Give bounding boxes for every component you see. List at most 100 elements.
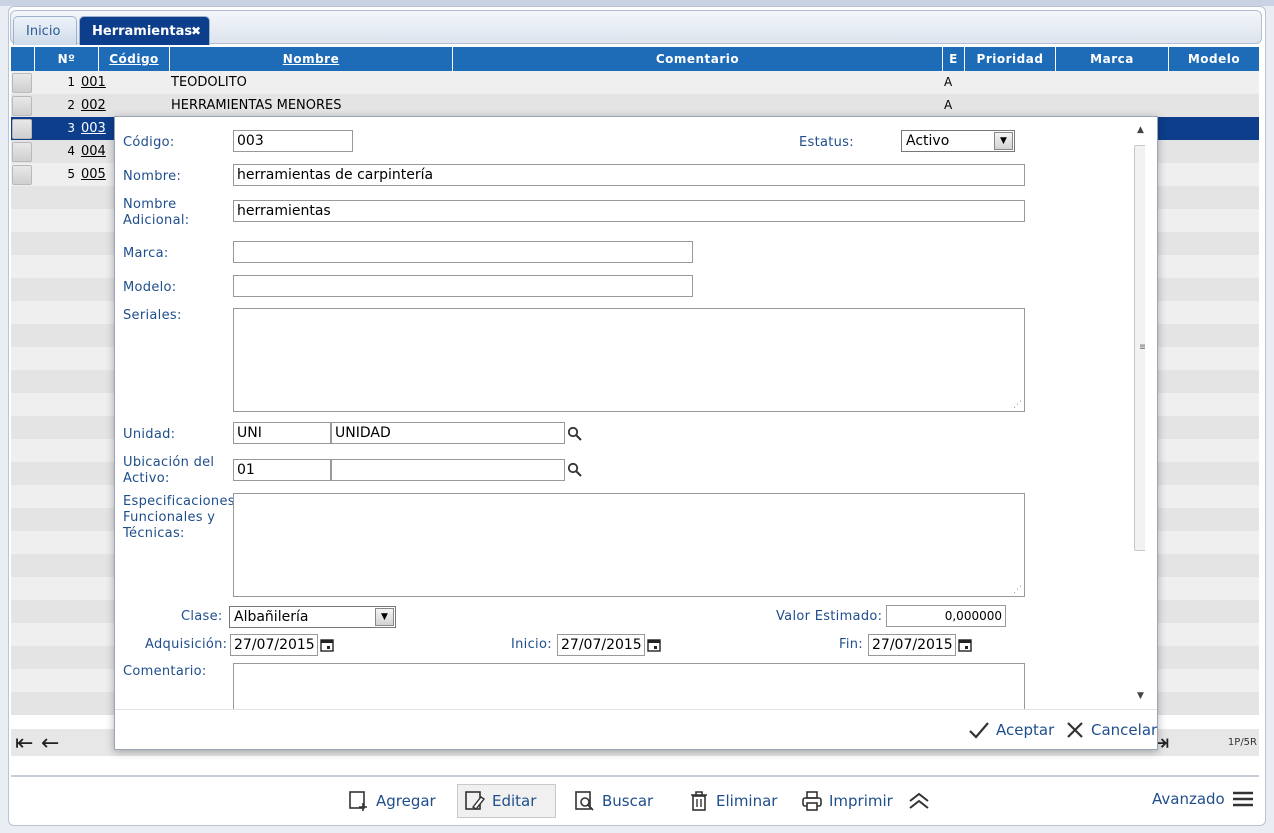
especificaciones-label-line2: Funcionales y: [123, 510, 216, 525]
cancel-button[interactable]: Cancelar: [1065, 720, 1157, 740]
print-button-label: Imprimir: [829, 792, 893, 810]
scroll-down-icon[interactable]: ▼: [1137, 691, 1144, 701]
header-e[interactable]: E: [943, 47, 965, 71]
valor-estimado-input[interactable]: 0,000000: [886, 605, 1006, 627]
ubicacion-label-line1: Ubicación del: [123, 455, 215, 470]
add-button[interactable]: Agregar: [348, 786, 436, 816]
resize-grip-icon[interactable]: ⋰: [1013, 400, 1022, 410]
advanced-button[interactable]: Avanzado: [1152, 784, 1255, 814]
form-scrollbar[interactable]: ▲ ≡ ▼: [1132, 123, 1145, 705]
unidad-desc-input[interactable]: UNIDAD: [331, 422, 565, 444]
nombre-input[interactable]: herramientas de carpintería: [233, 164, 1025, 186]
prev-page-icon[interactable]: ←: [41, 731, 59, 756]
header-nombre[interactable]: Nombre: [170, 47, 453, 71]
edit-dialog: Código: 003 Estatus: Activo ▼ Nombre: he…: [114, 116, 1158, 750]
row-status: A: [944, 98, 953, 112]
header-num[interactable]: Nº: [35, 47, 99, 71]
fin-date-input[interactable]: 27/07/2015: [868, 634, 956, 656]
close-icon[interactable]: ✖: [191, 24, 201, 38]
calendar-icon[interactable]: [320, 638, 334, 652]
nombre-adicional-label-line2: Adicional:: [123, 213, 190, 228]
row-name: HERRAMIENTAS MENORES: [171, 98, 342, 113]
row-checkbox[interactable]: [12, 73, 32, 93]
dialog-footer: Aceptar Cancelar: [115, 709, 1157, 749]
row-code-link[interactable]: 002: [81, 98, 106, 113]
row-checkbox[interactable]: [12, 142, 32, 162]
table-row[interactable]: 1 001 TEODOLITO A: [11, 71, 1259, 94]
header-prioridad[interactable]: Prioridad: [965, 47, 1056, 71]
valor-estimado-label: Valor Estimado:: [776, 609, 883, 624]
grid-header: Nº Código Nombre Comentario E Prioridad …: [11, 47, 1259, 71]
calendar-icon[interactable]: [958, 638, 972, 652]
marca-input[interactable]: [233, 241, 693, 263]
ubicacion-desc-input[interactable]: [331, 459, 565, 481]
header-comentario[interactable]: Comentario: [453, 47, 943, 71]
scroll-up-icon[interactable]: ▲: [1137, 125, 1144, 135]
chevron-down-icon: ▼: [375, 608, 394, 626]
row-checkbox[interactable]: [12, 119, 32, 139]
inicio-date-input[interactable]: 27/07/2015: [557, 634, 645, 656]
edit-button-label: Editar: [492, 792, 537, 810]
accept-button[interactable]: Aceptar: [968, 720, 1054, 740]
row-code-link[interactable]: 003: [81, 121, 106, 136]
advanced-button-label: Avanzado: [1152, 790, 1225, 808]
row-number: 4: [67, 144, 75, 158]
first-page-icon[interactable]: ⇤: [15, 731, 33, 756]
table-row[interactable]: 2 002 HERRAMIENTAS MENORES A: [11, 94, 1259, 117]
search-button[interactable]: Buscar: [574, 786, 653, 816]
modelo-input[interactable]: [233, 275, 693, 297]
seriales-textarea[interactable]: ⋰: [233, 308, 1025, 412]
estatus-label: Estatus:: [799, 135, 854, 150]
calendar-icon[interactable]: [647, 638, 661, 652]
chevron-down-icon: ▼: [994, 132, 1013, 150]
clase-select-value: Albañilería: [234, 609, 309, 625]
row-checkbox[interactable]: [12, 96, 32, 116]
tab-inicio[interactable]: Inicio: [13, 16, 77, 45]
estatus-select[interactable]: Activo ▼: [901, 130, 1015, 152]
ubicacion-code-input[interactable]: 01: [233, 459, 331, 481]
row-number: 1: [67, 75, 75, 89]
modelo-label: Modelo:: [123, 280, 177, 295]
header-modelo[interactable]: Modelo: [1169, 47, 1259, 71]
nombre-adicional-input[interactable]: herramientas: [233, 200, 1025, 222]
tab-herramientas[interactable]: Herramientas ✖: [79, 16, 210, 45]
codigo-input[interactable]: 003: [233, 130, 353, 152]
scrollbar-thumb[interactable]: ≡: [1134, 145, 1145, 551]
edit-form: Código: 003 Estatus: Activo ▼ Nombre: he…: [115, 117, 1145, 709]
nombre-label: Nombre:: [123, 169, 182, 184]
adquisicion-date-input[interactable]: 27/07/2015: [230, 634, 318, 656]
tab-herramientas-label: Herramientas: [92, 23, 193, 39]
search-button-label: Buscar: [602, 792, 654, 810]
edit-icon: [465, 791, 486, 810]
row-checkbox[interactable]: [12, 165, 32, 185]
inicio-label: Inicio:: [511, 637, 552, 652]
marca-label: Marca:: [123, 246, 169, 261]
search-icon[interactable]: [567, 462, 583, 478]
row-number: 5: [67, 167, 75, 181]
clase-select[interactable]: Albañilería ▼: [229, 606, 396, 628]
menu-icon: [1232, 791, 1253, 807]
unidad-code-input[interactable]: UNI: [233, 422, 331, 444]
especificaciones-textarea[interactable]: ⋰: [233, 493, 1025, 597]
adquisicion-label: Adquisición:: [145, 637, 228, 652]
nombre-adicional-label-line1: Nombre: [123, 197, 177, 212]
resize-grip-icon[interactable]: ⋰: [1013, 585, 1022, 595]
print-button[interactable]: Imprimir: [801, 786, 893, 816]
estatus-select-value: Activo: [906, 133, 950, 149]
especificaciones-label-line1: Especificaciones: [123, 494, 235, 509]
delete-button[interactable]: Eliminar: [688, 786, 777, 816]
codigo-label: Código:: [123, 135, 175, 150]
header-marca[interactable]: Marca: [1056, 47, 1169, 71]
edit-button[interactable]: Editar: [457, 784, 556, 818]
row-code-link[interactable]: 004: [81, 144, 106, 159]
add-icon: [349, 791, 367, 811]
header-codigo[interactable]: Código: [99, 47, 170, 71]
collapse-button[interactable]: [907, 786, 931, 816]
row-code-link[interactable]: 001: [81, 75, 106, 90]
add-button-label: Agregar: [376, 792, 436, 810]
especificaciones-label-line3: Técnicas:: [123, 526, 185, 541]
clase-label: Clase:: [181, 609, 223, 624]
comentario-textarea[interactable]: [233, 663, 1025, 709]
search-icon[interactable]: [567, 426, 583, 442]
row-code-link[interactable]: 005: [81, 167, 106, 182]
